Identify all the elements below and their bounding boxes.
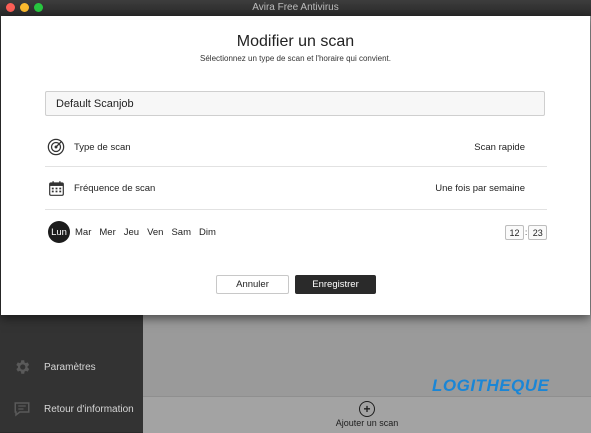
gear-icon <box>12 357 32 377</box>
hour-field[interactable]: 12 <box>505 225 524 240</box>
divider <box>45 209 547 210</box>
calendar-icon <box>47 179 65 197</box>
day-lun[interactable]: Lun <box>48 221 70 243</box>
dialog-title: Modifier un scan <box>236 33 355 50</box>
window-titlebar: Avira Free Antivirus <box>0 0 591 17</box>
day-dim[interactable]: Dim <box>199 227 216 238</box>
cancel-button[interactable]: Annuler <box>216 275 289 294</box>
weekday-selector: Lun Mar Mer Jeu Ven Sam Dim <box>48 221 224 243</box>
day-jeu[interactable]: Jeu <box>124 227 139 238</box>
save-button[interactable]: Enregistrer <box>295 275 376 294</box>
day-sam[interactable]: Sam <box>171 227 191 238</box>
sidebar-item-label: Paramètres <box>44 361 96 373</box>
day-mer[interactable]: Mer <box>99 227 115 238</box>
plus-circle-icon: + <box>359 401 375 417</box>
scan-type-row[interactable]: Type de scan Scan rapide <box>47 135 547 159</box>
frequency-row[interactable]: Fréquence de scan Une fois par semaine <box>47 176 547 200</box>
feedback-icon <box>12 399 32 419</box>
sidebar-item-label: Retour d'information <box>44 403 134 415</box>
radar-icon <box>47 138 65 156</box>
time-picker: 12 : 23 <box>505 225 548 240</box>
scan-name-input[interactable] <box>45 91 545 116</box>
day-mar[interactable]: Mar <box>75 227 91 238</box>
sidebar-item-settings[interactable]: Paramètres <box>12 357 96 377</box>
divider <box>45 166 547 167</box>
minute-field[interactable]: 23 <box>528 225 548 240</box>
day-ven[interactable]: Ven <box>147 227 163 238</box>
main-footer: + Ajouter un scan <box>143 396 591 433</box>
watermark-logo: LOGITHEQUE <box>432 376 550 395</box>
add-scan-label: Ajouter un scan <box>335 418 399 428</box>
dialog-subtitle: Sélectionnez un type de scan et l'horair… <box>200 54 391 63</box>
scan-type-label: Type de scan <box>74 141 131 153</box>
scan-type-value[interactable]: Scan rapide <box>474 142 525 153</box>
edit-scan-dialog: Modifier un scan Sélectionnez un type de… <box>1 16 590 315</box>
frequency-value[interactable]: Une fois par semaine <box>435 183 525 194</box>
window-title: Avira Free Antivirus <box>252 2 339 13</box>
frequency-label: Fréquence de scan <box>74 182 156 194</box>
time-separator: : <box>525 228 528 237</box>
sidebar-item-feedback[interactable]: Retour d'information <box>12 399 134 419</box>
add-scan-button[interactable]: + Ajouter un scan <box>143 401 591 428</box>
